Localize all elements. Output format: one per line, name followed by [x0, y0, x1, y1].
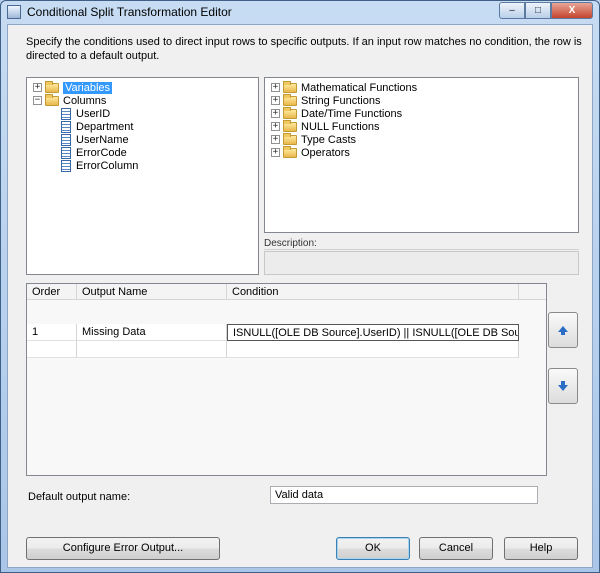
- app-icon: [7, 5, 21, 19]
- collapse-icon[interactable]: −: [33, 96, 42, 105]
- tree-item-column[interactable]: UserName: [61, 133, 129, 146]
- instructions-text: Specify the conditions used to direct in…: [26, 36, 582, 62]
- dialog-window: Conditional Split Transformation Editor …: [0, 0, 600, 573]
- folder-icon: [283, 106, 297, 119]
- default-output-name-field[interactable]: Valid data: [270, 486, 538, 504]
- expand-icon[interactable]: +: [271, 148, 280, 157]
- functions-tree-panel[interactable]: + Mathematical Functions + String Functi…: [264, 77, 579, 233]
- table-row-new[interactable]: [27, 341, 519, 358]
- column-header-output-name[interactable]: Output Name: [77, 284, 227, 300]
- cell-output-name[interactable]: [77, 341, 227, 358]
- window-title: Conditional Split Transformation Editor: [27, 5, 232, 19]
- folder-icon: [283, 80, 297, 93]
- column-icon: [61, 133, 71, 146]
- tree-item-function-group[interactable]: + Operators: [271, 145, 350, 159]
- tree-item-label: Operators: [301, 146, 350, 159]
- folder-icon: [283, 93, 297, 106]
- tree-item-label: Columns: [63, 94, 107, 107]
- tree-item-column[interactable]: ErrorCode: [61, 146, 127, 159]
- folder-icon: [45, 93, 59, 106]
- table-row[interactable]: 1 Missing Data ISNULL([OLE DB Source].Us…: [27, 324, 519, 341]
- window-controls: – □ X: [499, 2, 593, 19]
- cell-order[interactable]: 1: [27, 324, 77, 341]
- tree-item-label: Department: [76, 120, 134, 133]
- tree-item-column[interactable]: ErrorColumn: [61, 159, 138, 172]
- folder-icon: [283, 132, 297, 145]
- dialog-client-area: Specify the conditions used to direct in…: [7, 24, 593, 568]
- conditions-grid[interactable]: Order Output Name Condition 1 Missing Da…: [26, 283, 547, 476]
- ok-button[interactable]: OK: [336, 537, 410, 560]
- close-button[interactable]: X: [551, 2, 593, 19]
- cell-condition[interactable]: [227, 341, 519, 358]
- columns-tree-panel[interactable]: + Variables − Columns UserID Department …: [26, 77, 259, 275]
- column-header-order[interactable]: Order: [27, 284, 77, 300]
- tree-item-function-group[interactable]: + Type Casts: [271, 132, 357, 146]
- description-label: Description:: [264, 238, 579, 250]
- expand-icon[interactable]: +: [271, 96, 280, 105]
- tree-item-label: Type Casts: [301, 133, 357, 146]
- cancel-button[interactable]: Cancel: [419, 537, 493, 560]
- tree-item-label: UserID: [76, 107, 111, 120]
- folder-icon: [283, 145, 297, 158]
- arrow-up-icon: [558, 326, 568, 335]
- tree-item-label: NULL Functions: [301, 120, 380, 133]
- column-icon: [61, 146, 71, 159]
- move-up-button[interactable]: [548, 312, 578, 348]
- tree-item-label: UserName: [76, 133, 129, 146]
- expand-icon[interactable]: +: [271, 122, 280, 131]
- tree-item-column[interactable]: UserID: [61, 107, 110, 120]
- folder-icon: [283, 119, 297, 132]
- expand-icon[interactable]: +: [271, 83, 280, 92]
- tree-item-label: Mathematical Functions: [301, 81, 418, 94]
- move-down-button[interactable]: [548, 368, 578, 404]
- cell-condition[interactable]: ISNULL([OLE DB Source].UserID) || ISNULL…: [227, 324, 519, 341]
- column-icon: [61, 120, 71, 133]
- arrow-down-icon: [558, 381, 568, 391]
- title-bar[interactable]: Conditional Split Transformation Editor …: [1, 1, 599, 23]
- tree-item-variables[interactable]: + Variables: [33, 80, 113, 94]
- minimize-button[interactable]: –: [499, 2, 525, 19]
- column-icon: [61, 107, 71, 120]
- expand-icon[interactable]: +: [271, 135, 280, 144]
- tree-item-column[interactable]: Department: [61, 120, 133, 133]
- tree-item-label: Variables: [63, 81, 113, 94]
- help-button[interactable]: Help: [504, 537, 578, 560]
- tree-item-columns[interactable]: − Columns: [33, 93, 107, 107]
- tree-item-function-group[interactable]: + NULL Functions: [271, 119, 380, 133]
- tree-item-function-group[interactable]: + Date/Time Functions: [271, 106, 403, 120]
- tree-item-label: Date/Time Functions: [301, 107, 403, 120]
- maximize-button[interactable]: □: [525, 2, 551, 19]
- default-output-label: Default output name:: [28, 491, 131, 503]
- tree-item-label: String Functions: [301, 94, 381, 107]
- cell-order[interactable]: [27, 341, 77, 358]
- tree-item-label: ErrorCode: [76, 146, 127, 159]
- expand-icon[interactable]: +: [271, 109, 280, 118]
- configure-error-output-button[interactable]: Configure Error Output...: [26, 537, 220, 560]
- grid-header: Order Output Name Condition: [27, 284, 546, 300]
- description-box: [264, 251, 579, 275]
- column-icon: [61, 159, 71, 172]
- tree-item-function-group[interactable]: + String Functions: [271, 93, 381, 107]
- folder-icon: [45, 80, 59, 93]
- expand-icon[interactable]: +: [33, 83, 42, 92]
- tree-item-label: ErrorColumn: [76, 159, 139, 172]
- column-header-condition[interactable]: Condition: [227, 284, 519, 300]
- tree-item-function-group[interactable]: + Mathematical Functions: [271, 80, 418, 94]
- cell-output-name[interactable]: Missing Data: [77, 324, 227, 341]
